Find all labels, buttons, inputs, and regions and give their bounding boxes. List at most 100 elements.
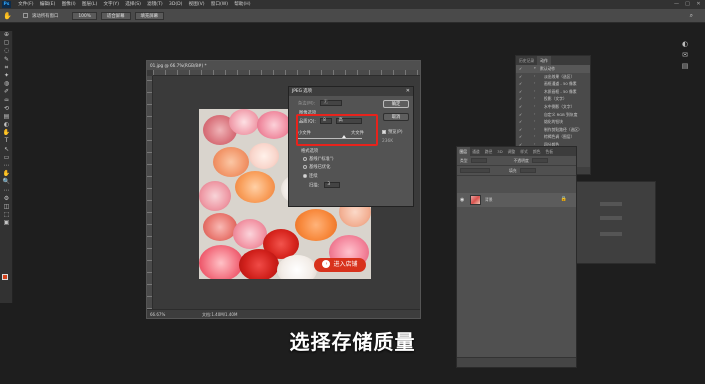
lasso-tool-icon[interactable]: ◌ (0, 47, 13, 55)
layer-filter-select[interactable] (470, 158, 487, 163)
path-select-tool-icon[interactable]: ↖ (0, 146, 13, 154)
type-tool-icon[interactable]: T (0, 137, 13, 145)
expand-arrow-icon[interactable]: › (534, 88, 535, 96)
preview-row[interactable]: 预览(P) (382, 129, 403, 135)
scans-select[interactable]: 3 (324, 182, 341, 188)
search-icon[interactable]: ⌕ (690, 12, 693, 20)
format-baseline-radio[interactable] (303, 156, 307, 161)
settings-icon[interactable]: ⚙ (0, 195, 13, 203)
layer-row-background[interactable]: ◉ 背景 🔒 (457, 193, 576, 207)
expand-arrow-icon[interactable]: › (534, 118, 535, 126)
enter-shop-button[interactable]: › 进入店铺 (314, 258, 366, 272)
expand-arrow-icon[interactable]: › (534, 133, 535, 141)
minimize-icon[interactable]: — (672, 0, 681, 9)
history-brush-tool-icon[interactable]: ⟲ (0, 105, 13, 113)
menu-filter[interactable]: 滤镜(T) (144, 0, 166, 9)
tab-channels[interactable]: 通道 (470, 147, 483, 156)
eyedropper-tool-icon[interactable]: ✦ (0, 72, 13, 80)
foreground-color-swatch[interactable] (2, 274, 8, 280)
menu-3d[interactable]: 3D(D) (166, 0, 186, 9)
quick-select-tool-icon[interactable]: ✎ (0, 56, 13, 64)
menu-type[interactable]: 文字(Y) (100, 0, 122, 9)
crop-tool-icon[interactable]: ⌗ (0, 64, 13, 72)
layer-name[interactable]: 背景 (485, 193, 493, 207)
check-icon[interactable]: ✓ (519, 95, 522, 103)
action-item[interactable]: ✓ › 淡出效果（选区） (516, 73, 590, 81)
healing-brush-tool-icon[interactable]: ◍ (0, 80, 13, 88)
action-item[interactable]: ✓ › 熔化的铅块 (516, 118, 590, 126)
check-icon[interactable]: ✓ (519, 80, 522, 88)
menu-help[interactable]: 帮助(H) (231, 0, 253, 9)
expand-arrow-icon[interactable]: › (534, 73, 535, 81)
format-progressive-radio[interactable] (303, 173, 307, 178)
fill-screen-button[interactable]: 填充屏幕 (134, 11, 165, 20)
check-icon[interactable]: ✓ (519, 133, 522, 141)
screen-mode-icon[interactable]: ⬚ (0, 211, 13, 219)
document-info[interactable]: 文档:1.40M/1.40M (202, 310, 237, 319)
brush-tool-icon[interactable]: ✐ (0, 88, 13, 96)
libraries-panel-icon[interactable]: ✉ (678, 51, 692, 62)
quick-mask-icon[interactable]: ◫ (0, 203, 13, 211)
action-item[interactable]: ✓ › 自定义 RGB 到灰度 (516, 111, 590, 119)
cancel-button[interactable]: 取消 (383, 113, 409, 121)
dodge-tool-icon[interactable]: ✋ (0, 129, 13, 137)
check-icon[interactable]: ✓ (519, 65, 522, 73)
shape-tool-icon[interactable]: ▭ (0, 154, 13, 162)
preview-checkbox[interactable] (382, 129, 386, 134)
menu-window[interactable]: 窗口(W) (208, 0, 232, 9)
zoom-100-button[interactable]: 100% (72, 11, 97, 20)
frame-tool-icon[interactable]: ▣ (0, 219, 13, 227)
eraser-tool-icon[interactable]: ▤ (0, 113, 13, 121)
document-tab[interactable]: 01.jpg @ 66.7%(RGB/8#) * (147, 61, 420, 70)
format-baseline-option[interactable]: 基线("标准") (303, 156, 334, 162)
action-item[interactable]: ✓ ▾ 默认动作 (516, 65, 590, 73)
format-optimized-radio[interactable] (303, 164, 307, 169)
expand-arrow-icon[interactable]: › (534, 111, 535, 119)
expand-arrow-icon[interactable]: › (534, 95, 535, 103)
check-icon[interactable]: ✓ (519, 73, 522, 81)
blend-mode-select[interactable] (460, 168, 490, 173)
menu-edit[interactable]: 编辑(E) (37, 0, 59, 9)
maximize-icon[interactable]: □ (683, 0, 692, 9)
more-tools-icon[interactable]: ⋯ (0, 162, 13, 170)
action-item[interactable]: ✓ › 画框通道 - 50 像素 (516, 80, 590, 88)
check-icon[interactable]: ✓ (519, 111, 522, 119)
edit-toolbar-icon[interactable]: ⋯ (0, 187, 13, 195)
hand-tool-icon[interactable]: ✋ (3, 12, 13, 20)
tab-swatches[interactable]: 色板 (543, 147, 556, 156)
action-item[interactable]: ✓ › 投影（文字） (516, 95, 590, 103)
fill-input[interactable] (519, 168, 536, 173)
expand-arrow-icon[interactable]: ▾ (534, 65, 536, 73)
tab-paths[interactable]: 路径 (482, 147, 495, 156)
menu-select[interactable]: 选择(S) (122, 0, 144, 9)
tab-history[interactable]: 历史记录 (516, 56, 537, 65)
tab-color[interactable]: 颜色 (530, 147, 543, 156)
action-item[interactable]: ✓ › 制作剪贴路径（选区） (516, 126, 590, 134)
close-icon[interactable]: ✕ (406, 87, 410, 96)
menu-view[interactable]: 视图(V) (186, 0, 208, 9)
menu-file[interactable]: 文件(F) (15, 0, 37, 9)
expand-arrow-icon[interactable]: › (534, 103, 535, 111)
zoom-tool-icon[interactable]: 🔍 (0, 178, 13, 186)
adjustments-panel-icon[interactable]: ▤ (678, 62, 692, 73)
opacity-input[interactable] (531, 158, 548, 163)
dialog-titlebar[interactable]: JPEG 选项 (289, 87, 413, 96)
matte-select[interactable]: 无 (320, 100, 343, 106)
check-icon[interactable]: ✓ (519, 118, 522, 126)
horizontal-ruler[interactable] (153, 70, 420, 76)
move-tool-icon[interactable]: ⊕ (0, 31, 13, 39)
vertical-ruler[interactable] (147, 76, 153, 309)
marquee-tool-icon[interactable]: ▢ (0, 39, 13, 47)
tab-adjustments[interactable]: 调整 (505, 147, 518, 156)
color-panel-icon[interactable]: ◐ (678, 40, 692, 51)
format-progressive-option[interactable]: 连续 (303, 173, 318, 179)
close-icon[interactable]: ✕ (694, 0, 703, 9)
clone-stamp-tool-icon[interactable]: ♒ (0, 97, 13, 105)
zoom-level[interactable]: 66.67% (150, 310, 165, 319)
ok-button[interactable]: 确定 (383, 100, 409, 108)
tab-layers[interactable]: 图层 (457, 147, 470, 156)
menu-image[interactable]: 图像(I) (58, 0, 78, 9)
check-icon[interactable]: ✓ (519, 88, 522, 96)
action-item[interactable]: ✓ › 水中倒影（文字） (516, 103, 590, 111)
eye-icon[interactable]: ◉ (460, 197, 464, 203)
